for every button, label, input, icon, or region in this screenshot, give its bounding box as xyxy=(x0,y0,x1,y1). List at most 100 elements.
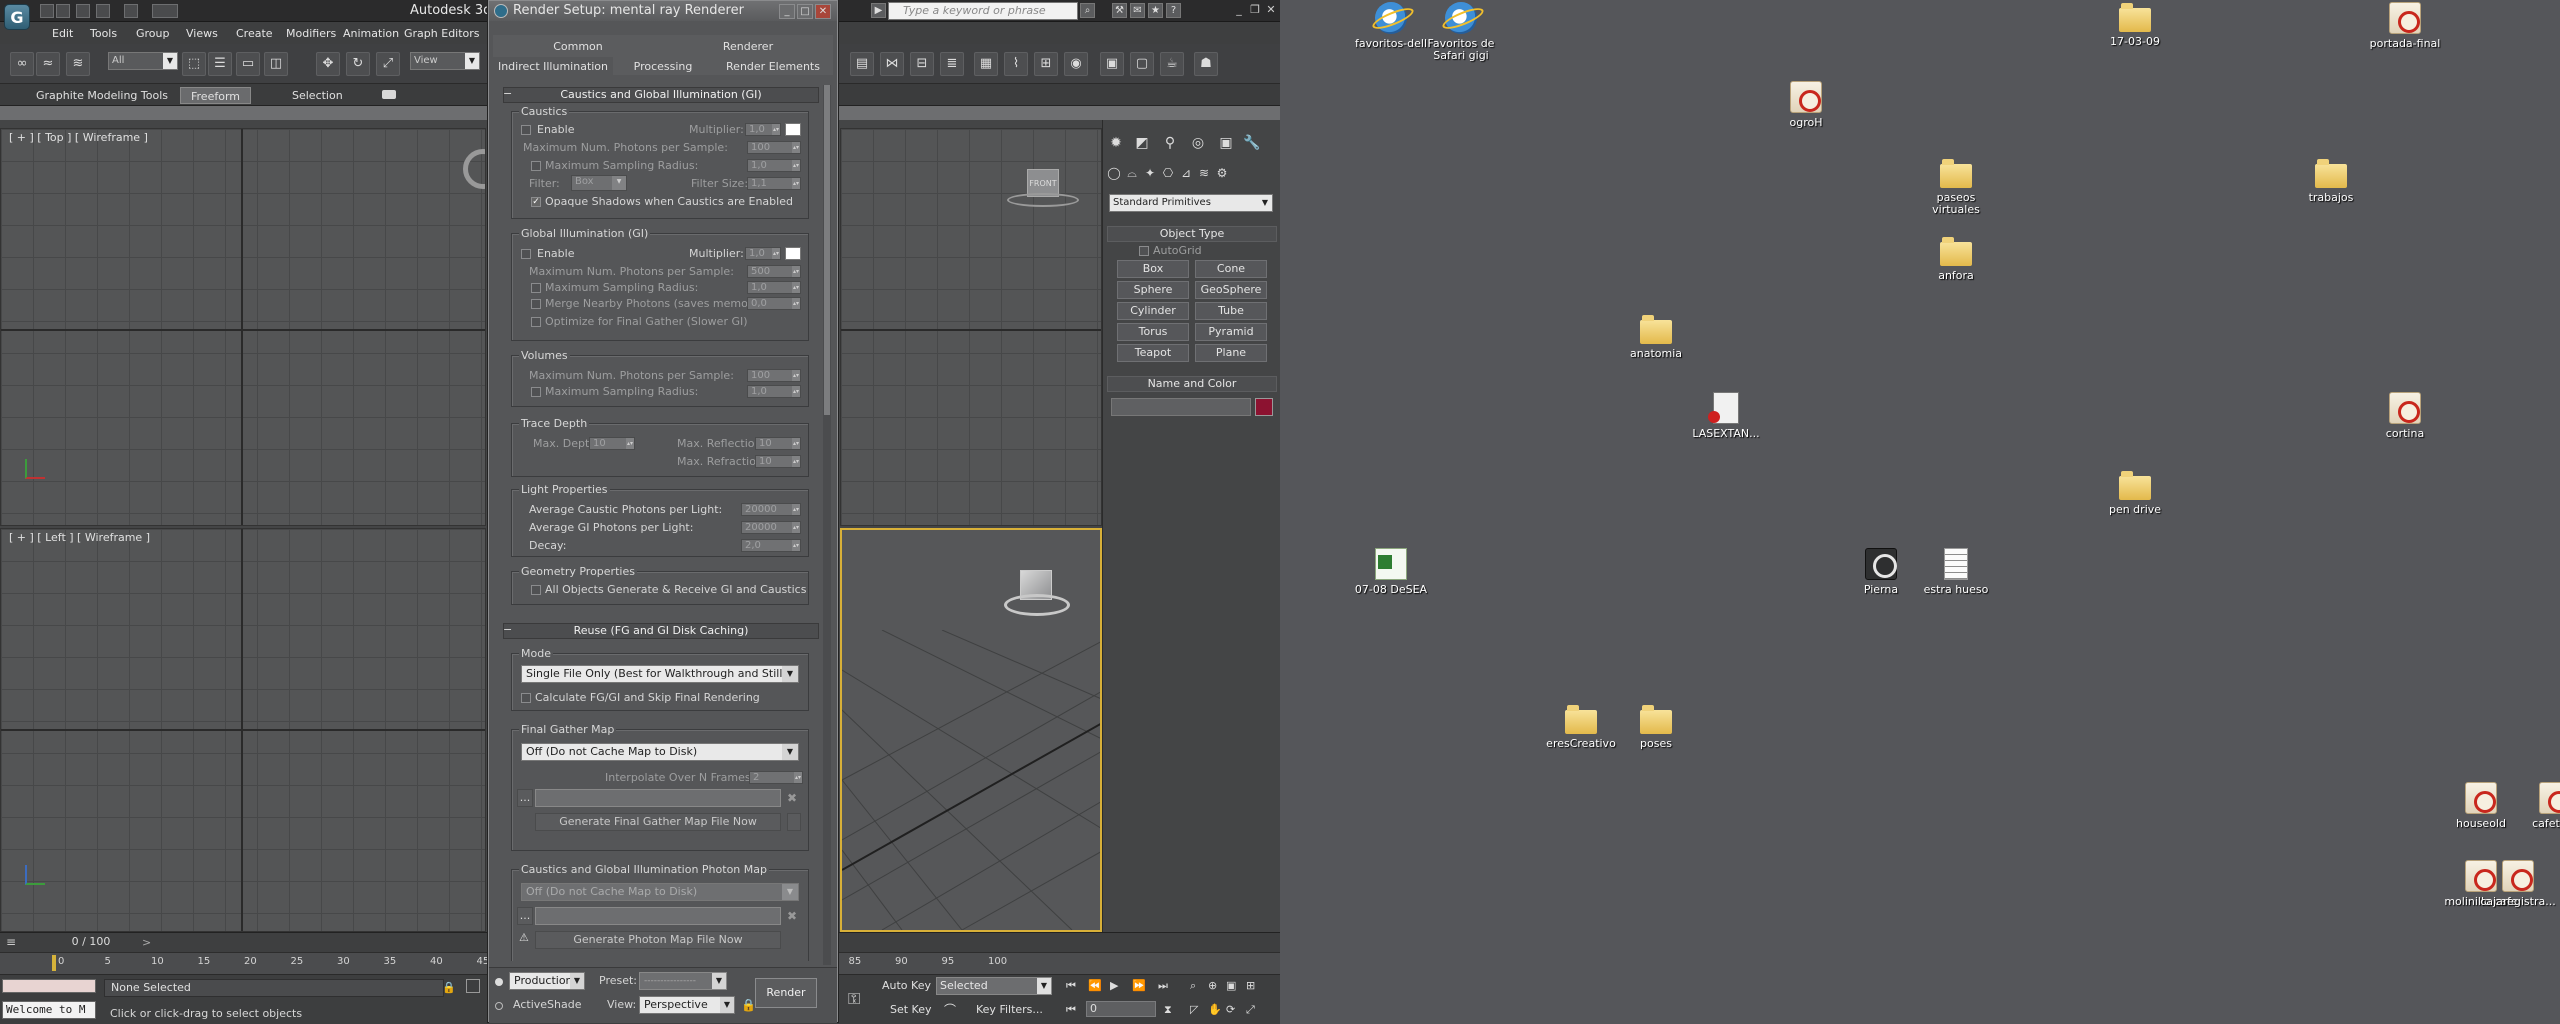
rollout-name-and-color[interactable]: Name and Color xyxy=(1107,376,1277,392)
caustics-color-swatch[interactable] xyxy=(785,123,801,136)
viewcube-ring-icon[interactable] xyxy=(463,149,485,189)
caustics-enable-checkbox[interactable] xyxy=(521,125,531,135)
caustics-max-radius-spinner[interactable]: 1,0 ▴▾ xyxy=(747,159,801,172)
graphite-toggle-icon[interactable]: ▦ xyxy=(974,52,998,76)
photon-map-dropdown[interactable]: Off (Do not Cache Map to Disk) ▼ xyxy=(521,883,799,901)
sphere-button[interactable]: Sphere xyxy=(1117,281,1189,299)
viewcube-ring-icon[interactable] xyxy=(1004,594,1070,616)
object-name-input[interactable] xyxy=(1111,398,1251,416)
align-icon[interactable]: ⊟ xyxy=(910,52,934,76)
pyramid-button[interactable]: Pyramid xyxy=(1195,323,1267,341)
desktop-icon-favoritos-safari[interactable]: Favoritos de Safari gigi xyxy=(1421,2,1501,62)
box-button[interactable]: Box xyxy=(1117,260,1189,278)
goto-end-icon[interactable]: ⏭ xyxy=(1158,979,1168,993)
desktop-icon-paseos-virtuales[interactable]: paseos virtuales xyxy=(1916,158,1996,216)
perspective-viewport[interactable] xyxy=(840,528,1102,932)
light-decay-spinner[interactable]: 2,0 ▴▾ xyxy=(741,539,801,552)
desktop-icon-estra-hueso[interactable]: estra hueso xyxy=(1916,548,1996,596)
render-production-icon[interactable]: ☕ xyxy=(1160,52,1184,76)
gi-optimize-checkbox[interactable] xyxy=(531,317,541,327)
volumes-max-photons-spinner[interactable]: 100 ▴▾ xyxy=(747,369,801,382)
tab-graphite-modeling-tools[interactable]: Graphite Modeling Tools xyxy=(26,87,178,104)
teapot-button[interactable]: Teapot xyxy=(1117,344,1189,362)
generate-fg-map-button[interactable]: Generate Final Gather Map File Now xyxy=(535,813,781,831)
select-by-name-icon[interactable]: ☰ xyxy=(208,52,232,76)
tab-indirect-illumination[interactable]: Indirect Illumination xyxy=(493,57,613,77)
dialog-close-icon[interactable]: ✕ xyxy=(815,4,831,19)
menu-create[interactable]: Create xyxy=(236,27,273,40)
photon-clear-icon[interactable]: ✖ xyxy=(787,909,797,923)
left-viewport[interactable]: [ + ] [ Left ] [ Wireframe ] xyxy=(0,528,486,932)
restore-icon[interactable]: ❐ xyxy=(1248,3,1262,17)
dialog-scrollbar[interactable] xyxy=(823,85,831,965)
production-radio[interactable] xyxy=(495,978,503,986)
fg-map-dropdown[interactable]: Off (Do not Cache Map to Disk) ▼ xyxy=(521,743,799,761)
fg-interp-spinner[interactable]: 2 ▴▾ xyxy=(749,771,803,784)
caustics-max-photons-spinner[interactable]: 100 ▴▾ xyxy=(747,141,801,154)
top-viewport[interactable]: [ + ] [ Top ] [ Wireframe ] xyxy=(0,128,486,526)
tab-renderer[interactable]: Renderer xyxy=(663,37,833,57)
dialog-scrollbar-thumb[interactable] xyxy=(824,85,830,415)
schematic-view-icon[interactable]: ⊞ xyxy=(1034,52,1058,76)
set-key-button[interactable]: Set Key xyxy=(890,1003,932,1016)
unlink-icon[interactable]: ≈ xyxy=(36,52,60,76)
tab-common[interactable]: Common xyxy=(493,37,663,57)
menu-views[interactable]: Views xyxy=(186,27,218,40)
tab-processing[interactable]: Processing xyxy=(613,57,713,77)
subscription-icon[interactable]: ⚒ xyxy=(1112,3,1127,18)
hierarchy-panel-icon[interactable]: ⚲ xyxy=(1159,132,1181,154)
rollout-caustics-gi[interactable]: Caustics and Global Illumination (GI) xyxy=(503,87,819,103)
scale-icon[interactable]: ⤢ xyxy=(376,52,400,76)
menu-graph-editors[interactable]: Graph Editors xyxy=(404,27,480,40)
goto-start-icon[interactable]: ⏮ xyxy=(1066,979,1076,993)
move-icon[interactable]: ✥ xyxy=(316,52,340,76)
primitives-dropdown[interactable]: Standard Primitives ▼ xyxy=(1109,194,1273,212)
key-filters-button[interactable]: Key Filters... xyxy=(976,1003,1043,1016)
mirror-icon[interactable]: ⋈ xyxy=(880,52,904,76)
selection-filter-dropdown[interactable]: All ▼ xyxy=(108,52,178,70)
maxscript-input[interactable]: Welcome to M xyxy=(2,1001,96,1019)
key-mode-icon[interactable]: ⏮ xyxy=(1066,1003,1076,1017)
desktop-icon-erescreativo[interactable]: eresCreativo xyxy=(1541,704,1621,750)
rollout-collapse-icon[interactable]: − xyxy=(503,623,512,636)
desktop-icon-cajaregistra[interactable]: cajaregistra... xyxy=(2478,860,2558,908)
material-editor-icon[interactable]: ◉ xyxy=(1064,52,1088,76)
set-key-icon[interactable]: ⚿ xyxy=(848,989,860,1009)
front-viewport[interactable]: FRONT xyxy=(840,128,1102,526)
dialog-minimize-icon[interactable]: _ xyxy=(779,4,795,19)
desktop-icon-anatomia[interactable]: anatomia xyxy=(1616,314,1696,360)
redo-icon[interactable] xyxy=(124,4,138,18)
autogrid-checkbox[interactable] xyxy=(1139,246,1149,256)
desktop-icon-lasextan[interactable]: LASEXTAN... xyxy=(1686,392,1766,440)
desktop-icon-07-08-desea[interactable]: 07-08 DeSEA xyxy=(1351,548,1431,596)
gi-merge-checkbox[interactable] xyxy=(531,299,541,309)
search-arrow-icon[interactable]: ▶ xyxy=(871,3,886,18)
menu-modifiers[interactable]: Modifiers xyxy=(286,27,336,40)
absolute-mode-icon[interactable] xyxy=(466,979,480,993)
lock-icon[interactable]: 🔒 xyxy=(442,981,456,994)
auto-key-button[interactable]: Auto Key xyxy=(882,979,931,992)
desktop-icon-cafetera[interactable]: cafetera xyxy=(2515,782,2560,830)
rendered-frame-icon[interactable]: ▢ xyxy=(1130,52,1154,76)
gi-max-radius-spinner[interactable]: 1,0 ▴▾ xyxy=(747,281,801,294)
gi-max-radius-checkbox[interactable] xyxy=(531,283,541,293)
menu-animation[interactable]: Animation xyxy=(343,27,399,40)
next-frame-icon[interactable]: ⏩ xyxy=(1132,979,1146,992)
activeshade-radio[interactable] xyxy=(495,1002,503,1010)
trace-max-depth-spinner[interactable]: 10 ▴▾ xyxy=(589,437,635,450)
viewcube-ring-icon[interactable] xyxy=(1007,193,1079,207)
desktop-icon-cortina[interactable]: cortina xyxy=(2365,392,2445,440)
desktop-icon-pierna[interactable]: Pierna xyxy=(1841,548,1921,596)
layer-manager-icon[interactable]: ≣ xyxy=(940,52,964,76)
generate-photon-map-button[interactable]: Generate Photon Map File Now xyxy=(535,931,781,949)
time-config-icon[interactable]: ⧗ xyxy=(1164,1003,1172,1017)
close-icon[interactable]: ✕ xyxy=(1264,3,1278,17)
project-folder-icon[interactable] xyxy=(152,4,178,18)
select-object-icon[interactable]: ⬚ xyxy=(182,52,206,76)
fg-clear-icon[interactable]: ✖ xyxy=(787,791,797,805)
viewport-label-left[interactable]: [ + ] [ Left ] [ Wireframe ] xyxy=(9,531,150,544)
maxscript-listener[interactable] xyxy=(2,979,96,993)
maximize-viewport-icon[interactable]: ⤢ xyxy=(1246,1003,1255,1017)
tab-freeform[interactable]: Freeform xyxy=(180,87,251,104)
desktop-icon-portada-final[interactable]: portada-final xyxy=(2365,2,2445,50)
